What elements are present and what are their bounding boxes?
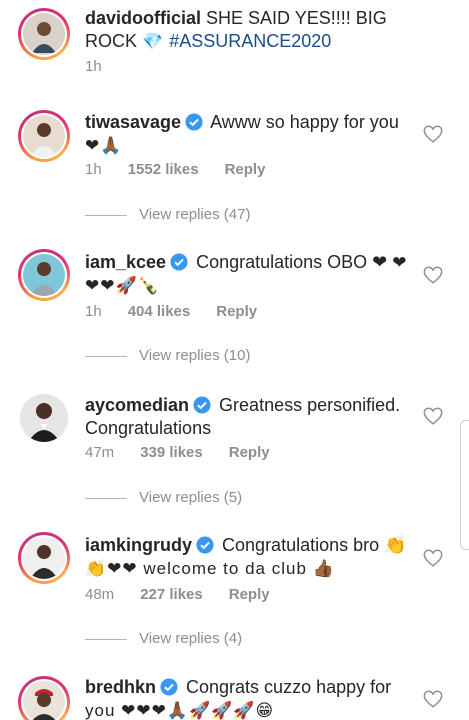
view-replies-label[interactable]: View replies (47) (139, 206, 250, 223)
comment-username[interactable]: iamkingrudy (85, 535, 192, 555)
comment-likes[interactable]: 1552 likes (128, 161, 199, 178)
comment-item: aycomedian Greatness personified. Congra… (0, 382, 469, 522)
commenter-avatar[interactable] (18, 532, 70, 584)
comment-body: Congratulations bro 👏 (217, 535, 407, 555)
comment-username[interactable]: iam_kcee (85, 252, 166, 272)
comment-item: tiwasavage Awww so happy for you ❤🙏🏾 1h 1… (0, 100, 469, 240)
like-heart-icon[interactable] (422, 688, 444, 710)
comment-likes[interactable]: 404 likes (128, 303, 191, 320)
comment-body: Congrats cuzzo happy for (181, 677, 392, 697)
comment-item: iamkingrudy Congratulations bro 👏 👏❤❤ we… (0, 523, 469, 663)
view-replies[interactable]: View replies (5) (85, 488, 242, 508)
commenter-avatar[interactable] (18, 110, 70, 162)
comment-text: tiwasavage Awww so happy for you ❤🙏🏾 (85, 111, 415, 157)
reply-button[interactable]: Reply (229, 586, 270, 603)
diamond-emoji: 💎 (142, 32, 165, 51)
comment-item: iam_kcee Congratulations OBO ❤ ❤❤❤🚀🍾 1h 4… (0, 241, 469, 381)
view-replies-label[interactable]: View replies (4) (139, 630, 242, 647)
like-heart-icon[interactable] (422, 405, 444, 427)
avatar-photo (23, 681, 65, 720)
comment-time: 1h (85, 303, 102, 320)
comment-meta: 48m 227 likes Reply (85, 585, 270, 605)
comment-time: 1h (85, 161, 102, 178)
divider (85, 355, 127, 357)
comment-text: bredhkn Congrats cuzzo happy for you ❤❤❤… (85, 676, 425, 720)
verified-badge-icon (170, 253, 188, 271)
hashtag-link[interactable]: #ASSURANCE2020 (164, 31, 331, 51)
verified-badge-icon (160, 678, 178, 696)
comment-body: Congratulations OBO ❤ (191, 252, 388, 272)
comment-text: iam_kcee Congratulations OBO ❤ ❤❤❤🚀🍾 (85, 251, 415, 297)
comment-meta: 1h 1552 likes Reply (85, 160, 265, 180)
comment-item: bredhkn Congrats cuzzo happy for you ❤❤❤… (0, 664, 469, 720)
like-heart-icon[interactable] (422, 264, 444, 286)
reply-button[interactable]: Reply (225, 161, 266, 178)
scrollbar[interactable] (460, 420, 469, 550)
caption-text: davidoofficial SHE SAID YES!!!! BIG ROCK… (85, 7, 425, 53)
verified-badge-icon (196, 536, 214, 554)
avatar-photo (23, 537, 65, 579)
comment-likes[interactable]: 227 likes (140, 586, 203, 603)
comment-meta: 1h 404 likes Reply (85, 302, 257, 322)
verified-badge-icon (193, 396, 211, 414)
verified-badge-icon (185, 113, 203, 131)
view-replies[interactable]: View replies (4) (85, 629, 242, 649)
comment-emoji: ❤🙏🏾 (85, 136, 123, 155)
reply-button[interactable]: Reply (216, 303, 257, 320)
avatar-photo (23, 13, 65, 55)
view-replies-label[interactable]: View replies (10) (139, 347, 250, 364)
divider (85, 214, 127, 216)
post-time: 1h (85, 57, 102, 77)
commenter-avatar[interactable] (18, 249, 70, 301)
comment-text: iamkingrudy Congratulations bro 👏 👏❤❤ we… (85, 534, 415, 580)
post-time-label: 1h (85, 58, 102, 75)
view-replies[interactable]: View replies (47) (85, 205, 250, 225)
commenter-avatar[interactable] (18, 676, 70, 720)
comment-emoji: you ❤❤❤🙏🏾🚀🚀🚀😁 (85, 701, 275, 720)
comment-username[interactable]: bredhkn (85, 677, 156, 697)
divider (85, 638, 127, 640)
avatar-photo (23, 115, 65, 157)
view-replies-label[interactable]: View replies (5) (139, 489, 242, 506)
like-heart-icon[interactable] (422, 123, 444, 145)
comment-likes[interactable]: 339 likes (140, 444, 203, 461)
post-username[interactable]: davidoofficial (85, 8, 201, 28)
author-avatar[interactable] (18, 8, 70, 60)
post-caption: davidoofficial SHE SAID YES!!!! BIG ROCK… (0, 0, 469, 84)
comment-username[interactable]: tiwasavage (85, 112, 181, 132)
like-heart-icon[interactable] (422, 547, 444, 569)
comment-username[interactable]: aycomedian (85, 395, 189, 415)
divider (85, 497, 127, 499)
comment-emoji: 👏❤❤ welcome to da club 👍🏾 (85, 559, 335, 578)
comment-time: 47m (85, 444, 115, 461)
avatar-photo (20, 394, 68, 442)
view-replies[interactable]: View replies (10) (85, 346, 250, 366)
reply-button[interactable]: Reply (229, 444, 270, 461)
avatar-photo (23, 254, 65, 296)
commenter-avatar[interactable] (20, 394, 68, 442)
comment-body: Awww so happy for you (206, 112, 399, 132)
comment-text: aycomedian Greatness personified. Congra… (85, 394, 415, 440)
comment-time: 48m (85, 586, 115, 603)
comment-meta: 47m 339 likes Reply (85, 443, 270, 463)
